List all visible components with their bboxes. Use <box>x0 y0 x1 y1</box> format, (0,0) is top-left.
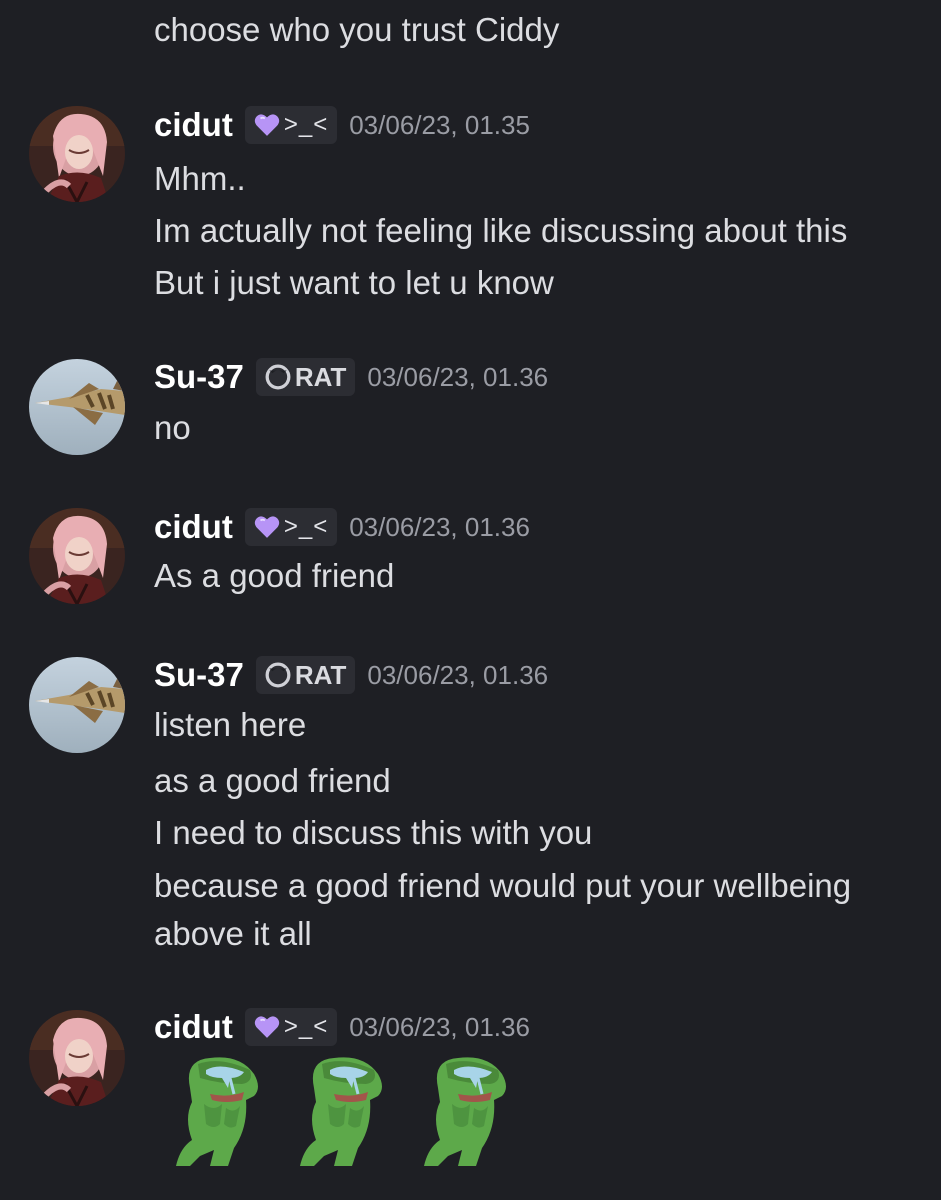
moon-icon <box>265 364 291 390</box>
message-header: Su-37 RAT 03/06/23, 01.36 <box>154 355 548 399</box>
heart-icon <box>254 515 280 539</box>
user-tag[interactable]: RAT <box>255 656 356 694</box>
chat-log: choose who you trust Ciddy cidut >_< 03/… <box>0 0 941 1200</box>
pink-haired-character-avatar-icon <box>29 508 125 604</box>
avatar[interactable] <box>29 106 125 202</box>
timestamp: 03/06/23, 01.36 <box>367 361 549 392</box>
avatar[interactable] <box>29 508 125 604</box>
message-header: cidut >_< 03/06/23, 01.35 <box>154 103 530 147</box>
pink-haired-character-avatar-icon <box>29 106 125 202</box>
user-tag[interactable]: RAT <box>255 358 356 396</box>
avatar[interactable] <box>29 1010 125 1106</box>
timestamp: 03/06/23, 01.36 <box>349 1011 530 1042</box>
user-tag-label: RAT <box>294 659 347 690</box>
heart-icon <box>254 113 280 137</box>
fighter-jet-avatar-icon <box>29 657 125 753</box>
message-header: Su-37 RAT 03/06/23, 01.36 <box>154 653 548 697</box>
message-line: above it all <box>154 915 312 952</box>
message-line: I need to discuss this with you <box>154 814 593 851</box>
username[interactable]: cidut <box>154 1008 233 1046</box>
user-tag[interactable]: >_< <box>244 508 338 546</box>
message-line: no <box>154 409 191 446</box>
timestamp: 03/06/23, 01.36 <box>367 659 549 690</box>
user-tag-label: RAT <box>294 361 347 392</box>
fighter-jet-avatar-icon <box>29 359 125 455</box>
username[interactable]: Su-37 <box>154 358 244 396</box>
message-line: as a good friend <box>154 762 391 799</box>
pink-haired-character-avatar-icon <box>29 1010 125 1106</box>
message-line: But i just want to let u know <box>154 264 554 301</box>
message-header: cidut >_< 03/06/23, 01.36 <box>154 505 530 549</box>
sticker-row <box>170 1048 542 1168</box>
crying-frog-sticker-icon[interactable] <box>294 1048 396 1168</box>
crying-frog-sticker-icon[interactable] <box>418 1048 520 1168</box>
user-tag-label: >_< <box>283 1013 329 1040</box>
user-tag[interactable]: >_< <box>244 1008 338 1046</box>
message-header: cidut >_< 03/06/23, 01.36 <box>154 1005 530 1049</box>
message-line: Mhm.. <box>154 160 246 197</box>
user-tag-label: >_< <box>283 513 329 540</box>
username[interactable]: cidut <box>154 106 233 144</box>
message-line: choose who you trust Ciddy <box>154 11 560 48</box>
user-tag-label: >_< <box>283 111 329 138</box>
username[interactable]: cidut <box>154 508 233 546</box>
timestamp: 03/06/23, 01.36 <box>349 511 530 542</box>
heart-icon <box>254 1015 280 1039</box>
message-line: Im actually not feeling like discussing … <box>154 212 848 249</box>
avatar[interactable] <box>29 359 125 455</box>
message-line: because a good friend would put your wel… <box>154 867 852 904</box>
avatar[interactable] <box>29 657 125 753</box>
moon-icon <box>265 662 291 688</box>
message-line: listen here <box>154 706 307 743</box>
message-line: As a good friend <box>154 557 395 594</box>
crying-frog-sticker-icon[interactable] <box>170 1048 272 1168</box>
timestamp: 03/06/23, 01.35 <box>349 109 530 140</box>
user-tag[interactable]: >_< <box>244 106 338 144</box>
username[interactable]: Su-37 <box>154 656 244 694</box>
